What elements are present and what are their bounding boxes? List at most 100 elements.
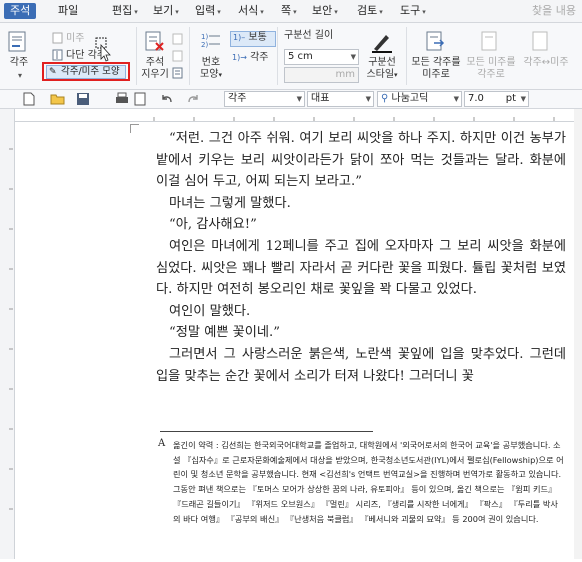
chevron-down-icon: ▾ <box>334 8 338 16</box>
footnote-separator-line <box>160 431 373 432</box>
paragraph: “정말 예쁜 꽃이네.” <box>169 325 280 341</box>
swap-notes-icon <box>530 31 552 56</box>
paragraph: 여인은 마녀에게 12페니를 주고 집에 오자마자 그 보리 씨앗을 화분에 심… <box>156 238 566 298</box>
normal-label: 보통 <box>248 32 267 43</box>
menu-view-label: 보기 <box>153 4 174 17</box>
number-format-button[interactable]: 번호 모양▾ <box>195 57 227 81</box>
menu-tab-annotation[interactable]: 주석 <box>4 3 37 19</box>
all-to-footnote-label-2: 각주로 <box>477 69 505 80</box>
prev-annotation-icon[interactable] <box>172 33 184 48</box>
search-text[interactable]: 찾을 내용 <box>532 3 576 19</box>
menu-security-label: 보안 <box>312 4 333 17</box>
print-icon[interactable] <box>115 92 129 109</box>
format-toolbar: 각주 ▼ 대표 ▼ ⚲ 나눔고딕 ▼ 7.0 pt ▼ <box>0 90 582 109</box>
mm-label: mm <box>335 69 355 80</box>
menu-insert-label: 입력 <box>195 4 216 17</box>
menu-file-label: 파일 <box>58 4 79 17</box>
font-icon: ⚲ <box>381 93 389 104</box>
menu-bar: 주석 파일 편집 ▾ 보기 ▾ 입력 ▾ 서식 ▾ 쪽 ▾ 보안 ▾ 검토 ▾ 도구 ▾ 찾을 … <box>0 0 582 23</box>
menu-tools-label: 도구 <box>400 4 421 17</box>
vertical-scrollbar[interactable] <box>574 109 582 559</box>
delete-annotation-icon <box>145 31 165 56</box>
language-value: 대표 <box>311 93 330 104</box>
footnote-toggle[interactable]: 1)→ 각주 <box>232 52 269 64</box>
chevron-down-icon: ▾ <box>293 8 297 16</box>
chevron-down-icon: ▾ <box>175 8 179 16</box>
separator-length-label: 구분선 길이 <box>284 30 334 41</box>
preview-icon[interactable] <box>133 92 147 109</box>
vertical-ruler[interactable] <box>0 109 15 559</box>
save-icon[interactable] <box>76 92 90 109</box>
all-to-endnote-button[interactable]: 모든 각주를 미주로 <box>410 57 462 81</box>
menu-file[interactable]: 파일 <box>58 3 78 19</box>
separator-length-value: 5 cm <box>288 51 313 62</box>
open-folder-icon[interactable] <box>50 92 66 109</box>
convert-to-footnote-icon <box>480 31 502 56</box>
font-size-value: 7.0 <box>468 93 484 104</box>
menu-edit-label: 편집 <box>112 4 133 17</box>
convert-to-endnote-icon <box>425 31 447 56</box>
all-to-footnote-button[interactable]: 모든 미주를 각주로 <box>466 57 516 81</box>
delete-annotations-button[interactable]: 주석 지우기 <box>137 57 173 81</box>
separator-length-select[interactable]: 5 cm ▼ <box>284 49 359 65</box>
chevron-down-icon: ▼ <box>365 95 371 103</box>
all-to-endnote-label-1: 모든 각주를 <box>411 57 461 68</box>
menu-insert[interactable]: 입력 ▾ <box>195 3 221 19</box>
font-select[interactable]: ⚲ 나눔고딕 ▼ <box>377 91 462 107</box>
paragraph: “저런. 그건 아주 쉬워. 여기 보리 씨앗을 하나 주지. 하지만 이건 농… <box>156 131 566 190</box>
font-size-unit: pt <box>505 93 516 104</box>
paragraph: “아, 감사해요!” <box>169 217 257 233</box>
menu-page-label: 쪽 <box>281 4 292 17</box>
font-value: 나눔고딕 <box>391 93 429 104</box>
paragraph: 마녀는 그렇게 말했다. <box>169 195 291 211</box>
chevron-down-icon: ▾ <box>379 8 383 16</box>
footnote-button[interactable]: 각주 <box>5 57 33 69</box>
chevron-down-icon: ▾ <box>422 8 426 16</box>
endnote-icon <box>52 32 64 47</box>
svg-text:1): 1) <box>201 33 208 41</box>
annotation-list-icon[interactable] <box>172 67 184 82</box>
delete-annotations-label-1: 주석 <box>145 57 165 68</box>
menu-format[interactable]: 서식 ▾ <box>238 3 264 19</box>
chevron-down-icon: ▼ <box>453 95 459 103</box>
font-size-input[interactable]: 7.0 pt ▼ <box>464 91 529 107</box>
number-format-label-2: 모양 <box>200 69 219 80</box>
menu-format-label: 서식 <box>238 4 259 17</box>
chevron-down-icon[interactable]: ▾ <box>10 70 30 82</box>
undo-icon[interactable] <box>160 92 174 109</box>
document-body[interactable]: “저런. 그건 아주 쉬워. 여기 보리 씨앗을 하나 주지. 하지만 이건 농… <box>156 128 566 387</box>
footnote-icon <box>8 31 28 56</box>
horizontal-ruler[interactable] <box>14 109 582 122</box>
swap-notes-button[interactable]: 각주↔미주 <box>518 57 574 69</box>
delete-annotations-label-2: 지우기 <box>141 69 169 80</box>
chevron-down-icon: ▼ <box>296 95 302 103</box>
chevron-down-icon: ▼ <box>350 53 356 61</box>
menu-tools[interactable]: 도구 ▾ <box>400 3 426 19</box>
endnote-button[interactable]: 미주 <box>66 33 84 45</box>
next-annotation-icon[interactable] <box>172 50 184 65</box>
redo-icon[interactable] <box>186 92 200 109</box>
separator-style-button[interactable]: 구분선 스타일▾ <box>362 57 402 81</box>
chevron-down-icon: ▾ <box>260 8 264 16</box>
svg-text:2): 2) <box>201 41 208 49</box>
separator-style-label-2: 스타일 <box>366 69 395 80</box>
menu-review[interactable]: 검토 ▾ <box>357 3 383 19</box>
pen-icon <box>370 31 394 56</box>
new-document-icon[interactable] <box>22 92 36 109</box>
menu-edit[interactable]: 편집 ▾ <box>112 3 138 19</box>
footnote-toggle-label: 각주 <box>250 52 269 63</box>
menu-review-label: 검토 <box>357 4 378 17</box>
separator-mm-input[interactable]: mm <box>284 67 359 83</box>
chevron-down-icon: ▼ <box>520 95 526 103</box>
language-select[interactable]: 대표 ▼ <box>307 91 374 107</box>
footnote[interactable]: A 옮긴이 약력 : 김선희는 한국외국어대학교를 졸업하고, 대학원에서 '외… <box>158 438 564 526</box>
menu-security[interactable]: 보안 ▾ <box>312 3 338 19</box>
separator-style-label-1: 구분선 <box>368 57 396 68</box>
menu-view[interactable]: 보기 ▾ <box>153 3 179 19</box>
style-select[interactable]: 각주 ▼ <box>224 91 305 107</box>
normal-toggle[interactable]: 1)– 보통 <box>230 31 276 47</box>
style-value: 각주 <box>228 93 247 104</box>
paragraph: 그러면서 그 사랑스러운 붉은색, 노란색 꽃잎에 입을 맞추었다. 그런데 입… <box>156 346 566 384</box>
menu-page[interactable]: 쪽 ▾ <box>281 3 297 19</box>
chevron-down-icon: ▾ <box>134 8 138 16</box>
